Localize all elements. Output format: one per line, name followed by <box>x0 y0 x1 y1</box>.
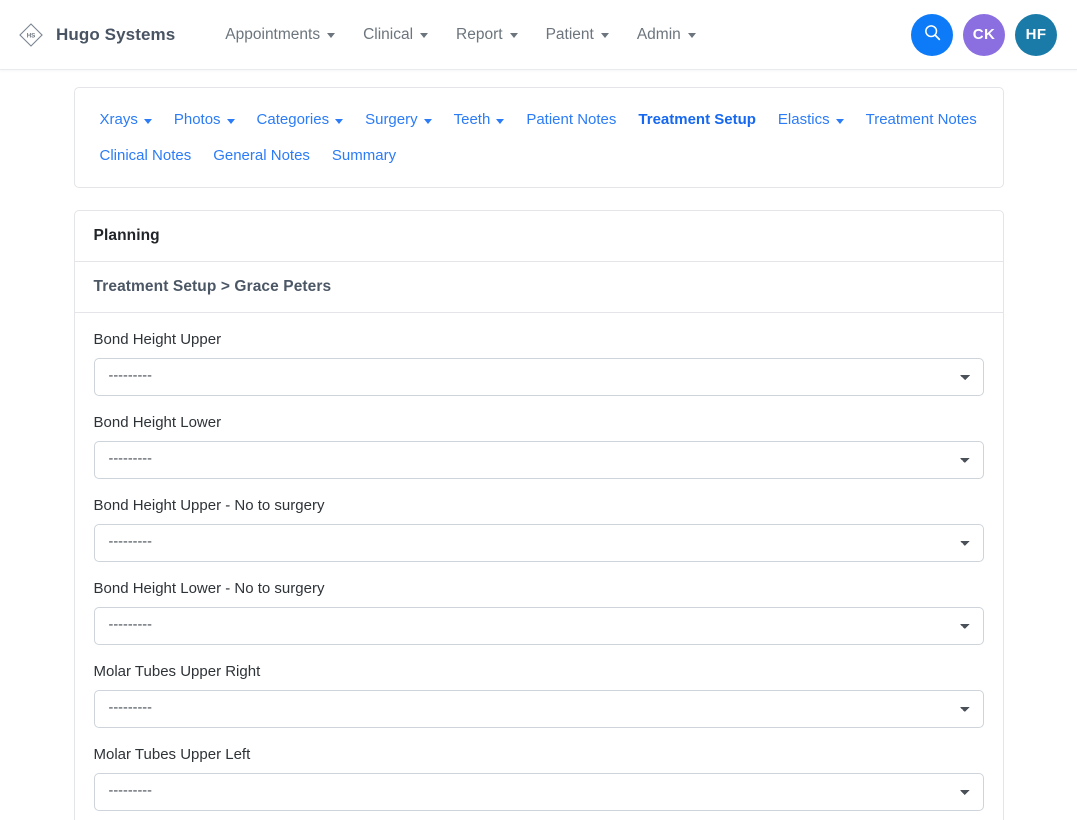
nav-item-label: Clinical <box>363 26 413 44</box>
field-label: Molar Tubes Upper Right <box>94 661 984 682</box>
nav-item-label: Report <box>456 26 503 44</box>
tab-label: Xrays <box>100 110 138 130</box>
field-bond-height-upper-no-surgery: Bond Height Upper - No to surgery ------… <box>94 495 984 562</box>
chevron-down-icon <box>335 119 343 124</box>
tab-label: General Notes <box>213 146 310 166</box>
nav-item-admin[interactable]: Admin <box>623 20 710 50</box>
tab-label: Summary <box>332 146 396 166</box>
field-label: Bond Height Lower <box>94 412 984 433</box>
nav-item-label: Patient <box>546 26 594 44</box>
tab-elastics[interactable]: Elastics <box>767 102 855 138</box>
field-label: Bond Height Lower - No to surgery <box>94 578 984 599</box>
molar-tubes-upper-left-select[interactable]: --------- <box>94 773 984 811</box>
tab-photos[interactable]: Photos <box>163 102 246 138</box>
tab-label: Elastics <box>778 110 830 130</box>
field-molar-tubes-upper-right: Molar Tubes Upper Right --------- <box>94 661 984 728</box>
bond-height-upper-select[interactable]: --------- <box>94 358 984 396</box>
avatar-initials: HF <box>1026 26 1047 43</box>
tab-label: Clinical Notes <box>100 146 192 166</box>
chevron-down-icon <box>420 33 428 38</box>
page-title: Planning <box>94 227 984 245</box>
chevron-down-icon <box>327 33 335 38</box>
top-navbar: HS Hugo Systems Appointments Clinical Re… <box>0 0 1077 70</box>
planning-header: Planning <box>75 211 1003 262</box>
chevron-down-icon <box>510 33 518 38</box>
nav-item-report[interactable]: Report <box>442 20 532 50</box>
field-label: Molar Tubes Upper Left <box>94 744 984 765</box>
planning-card: Planning Treatment Setup > Grace Peters … <box>74 210 1004 820</box>
brand-name: Hugo Systems <box>56 25 175 45</box>
breadcrumb: Treatment Setup > Grace Peters <box>94 278 984 296</box>
svg-text:HS: HS <box>27 32 36 39</box>
nav-item-clinical[interactable]: Clinical <box>349 20 442 50</box>
chevron-down-icon <box>424 119 432 124</box>
tab-label: Surgery <box>365 110 418 130</box>
search-button[interactable] <box>911 14 953 56</box>
tab-summary[interactable]: Summary <box>321 138 407 174</box>
navbar-actions: CK HF <box>911 14 1057 56</box>
section-tabs: Xrays Photos Categories Surgery Teeth <box>89 102 989 175</box>
tab-categories[interactable]: Categories <box>246 102 355 138</box>
field-bond-height-lower-no-surgery: Bond Height Lower - No to surgery ------… <box>94 578 984 645</box>
tab-label: Treatment Setup <box>638 110 756 130</box>
content-container: Xrays Photos Categories Surgery Teeth <box>74 87 1004 820</box>
page-body: Xrays Photos Categories Surgery Teeth <box>0 70 1077 820</box>
field-bond-height-upper: Bond Height Upper --------- <box>94 329 984 396</box>
tab-label: Patient Notes <box>526 110 616 130</box>
breadcrumb-bar: Treatment Setup > Grace Peters <box>75 262 1003 313</box>
chevron-down-icon <box>601 33 609 38</box>
bond-height-lower-select[interactable]: --------- <box>94 441 984 479</box>
bond-height-lower-no-surgery-select[interactable]: --------- <box>94 607 984 645</box>
main-nav: Appointments Clinical Report Patient Adm… <box>211 20 709 50</box>
search-icon <box>923 23 942 46</box>
chevron-down-icon <box>144 119 152 124</box>
tab-xrays[interactable]: Xrays <box>89 102 163 138</box>
molar-tubes-upper-right-select[interactable]: --------- <box>94 690 984 728</box>
chevron-down-icon <box>688 33 696 38</box>
tab-treatment-notes[interactable]: Treatment Notes <box>855 102 988 138</box>
chevron-down-icon <box>496 119 504 124</box>
nav-item-patient[interactable]: Patient <box>532 20 623 50</box>
treatment-setup-form: Bond Height Upper --------- Bond Height … <box>75 313 1003 820</box>
tab-label: Teeth <box>454 110 491 130</box>
avatar-hf[interactable]: HF <box>1015 14 1057 56</box>
field-bond-height-lower: Bond Height Lower --------- <box>94 412 984 479</box>
nav-item-appointments[interactable]: Appointments <box>211 20 349 50</box>
nav-item-label: Appointments <box>225 26 320 44</box>
chevron-down-icon <box>836 119 844 124</box>
tab-label: Treatment Notes <box>866 110 977 130</box>
avatar-initials: CK <box>973 26 995 43</box>
tab-surgery[interactable]: Surgery <box>354 102 443 138</box>
tab-patient-notes[interactable]: Patient Notes <box>515 102 627 138</box>
section-tabs-card: Xrays Photos Categories Surgery Teeth <box>74 87 1004 188</box>
avatar-ck[interactable]: CK <box>963 14 1005 56</box>
tab-label: Categories <box>257 110 330 130</box>
nav-item-label: Admin <box>637 26 681 44</box>
field-molar-tubes-upper-left: Molar Tubes Upper Left --------- <box>94 744 984 811</box>
chevron-down-icon <box>227 119 235 124</box>
field-label: Bond Height Upper <box>94 329 984 350</box>
tab-teeth[interactable]: Teeth <box>443 102 516 138</box>
diamond-hs-logo-icon: HS <box>16 20 46 50</box>
tab-general-notes[interactable]: General Notes <box>202 138 321 174</box>
tab-treatment-setup[interactable]: Treatment Setup <box>627 102 767 138</box>
tab-clinical-notes[interactable]: Clinical Notes <box>89 138 203 174</box>
field-label: Bond Height Upper - No to surgery <box>94 495 984 516</box>
brand-logo-link[interactable]: HS Hugo Systems <box>16 20 175 50</box>
bond-height-upper-no-surgery-select[interactable]: --------- <box>94 524 984 562</box>
tab-label: Photos <box>174 110 221 130</box>
